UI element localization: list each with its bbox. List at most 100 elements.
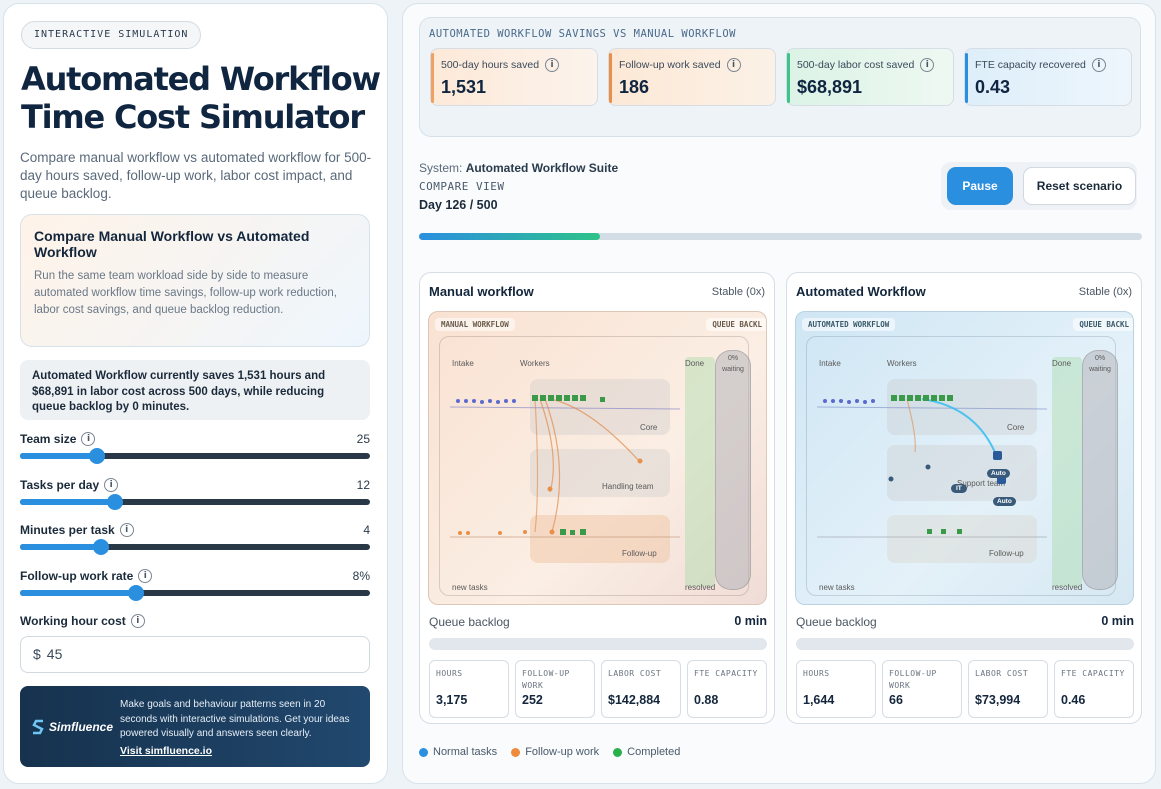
slider-track[interactable] — [20, 448, 370, 464]
info-icon[interactable]: i — [104, 478, 119, 492]
queue-label: Queue backlog — [429, 615, 510, 629]
queued-task-dots — [456, 399, 516, 404]
day-progress-fill — [419, 233, 600, 240]
info-icon[interactable]: i — [119, 523, 134, 537]
stat-value: $73,994 — [975, 693, 1021, 707]
info-icon[interactable]: i — [130, 614, 145, 628]
simfluence-logo: Simfluence — [32, 719, 113, 735]
stat-value: 0.46 — [1061, 693, 1086, 707]
kpi-label: FTE capacity recovered — [975, 59, 1086, 71]
panel-status: Stable (0x) — [1078, 286, 1132, 298]
slider-track[interactable] — [20, 539, 370, 555]
completed-task-dots — [532, 395, 605, 535]
automated-flow-diagram — [816, 395, 1048, 538]
completed-task-dots — [891, 395, 962, 534]
manual-workflow-visualization: MANUAL WORKFLOW QUEUE BACKL Intake Worke… — [428, 311, 767, 605]
stat-value: 252 — [522, 693, 543, 707]
stat-label: FTE CAPACITY — [1061, 669, 1125, 678]
promo-text: Make goals and behaviour patterns seen i… — [120, 699, 350, 739]
kpi-label: 500-day hours saved — [441, 59, 540, 71]
hour-cost-input[interactable]: $45 — [20, 636, 370, 673]
legend-dot-icon — [419, 747, 428, 757]
automated-workflow-visualization: AUTOMATED WORKFLOW QUEUE BACKL Intake Wo… — [795, 311, 1134, 605]
viz-tag: MANUAL WORKFLOW — [435, 318, 515, 331]
slider-label: Follow-up work rate — [20, 569, 134, 583]
manual-workflow-panel: Manual workflow Stable (0x) MANUAL WORKF… — [419, 272, 775, 724]
pause-button[interactable]: Pause — [947, 167, 1013, 205]
compare-view-label: COMPARE VIEW — [419, 180, 505, 193]
slider-value: 12 — [356, 478, 370, 492]
kpi-accent-bar — [431, 53, 434, 103]
slider-label: Team size — [20, 432, 77, 446]
flow-arc — [906, 398, 916, 453]
day-progress-bar — [419, 233, 1142, 240]
intake-flow-line — [449, 406, 681, 410]
slider-thumb[interactable] — [106, 494, 123, 510]
stat-card: FOLLOW-UP WORK 66 — [882, 660, 962, 718]
reset-scenario-button[interactable]: Reset scenario — [1023, 167, 1136, 205]
currency-symbol: $ — [33, 646, 41, 662]
waiting-gauge: 0% waiting — [715, 350, 751, 590]
slider-track[interactable] — [20, 494, 370, 510]
it-chip: IT — [951, 484, 967, 493]
legend: Normal tasks Follow-up work Completed — [419, 746, 680, 758]
kpi-follow-up-saved: Follow-up work saved i 186 — [608, 48, 776, 106]
control-panel: INTERACTIVE SIMULATION Automated Workflo… — [3, 3, 388, 784]
viz-inner-frame: Intake Workers Done Core Handling team F… — [439, 336, 749, 596]
info-icon[interactable]: i — [726, 58, 741, 72]
stat-value: 0.88 — [694, 693, 719, 707]
info-icon[interactable]: i — [81, 432, 96, 446]
manual-flow-diagram — [449, 395, 681, 538]
info-icon[interactable]: i — [920, 58, 935, 72]
intake-flow-line — [816, 406, 1048, 410]
automated-workflow-panel: Automated Workflow Stable (0x) AUTOMATED… — [786, 272, 1142, 724]
stat-value: 1,644 — [803, 693, 835, 707]
slider-thumb[interactable] — [89, 448, 105, 464]
auto-chip: Auto — [993, 497, 1016, 506]
queue-tag: QUEUE BACKL — [1073, 318, 1133, 331]
promo-link[interactable]: Visit simfluence.io — [120, 745, 212, 757]
stat-label: FOLLOW-UP WORK — [889, 669, 937, 690]
compare-card-title: Compare Manual Workflow vs Automated Wor… — [34, 228, 310, 260]
flow-arc — [544, 398, 561, 533]
savings-summary: Automated Workflow currently saves 1,531… — [20, 360, 370, 420]
legend-dot-icon — [613, 747, 623, 757]
kpi-hours-saved: 500-day hours saved i 1,531 — [430, 48, 598, 106]
legend-item: Completed — [613, 746, 680, 758]
automated-stats: HOURS 1,644 FOLLOW-UP WORK 66 LABOR COST $7… — [796, 660, 1134, 718]
stat-card: FTE CAPACITY 0.46 — [1054, 660, 1134, 718]
slider-value: 8% — [352, 569, 370, 583]
stat-label: LABOR COST — [975, 669, 1029, 678]
stat-card: LABOR COST $142,884 — [601, 660, 681, 718]
manual-stats: HOURS 3,175 FOLLOW-UP WORK 252 LABOR COST $… — [429, 660, 767, 718]
hour-cost-value[interactable]: 45 — [47, 646, 63, 662]
day-counter: Day 126 / 500 — [419, 198, 498, 212]
info-icon[interactable]: i — [138, 569, 153, 583]
kpi-value: 186 — [619, 77, 650, 97]
panel-status: Stable (0x) — [711, 286, 765, 298]
person-icons — [888, 464, 931, 482]
slider-thumb[interactable] — [92, 539, 109, 555]
legend-label: Normal tasks — [433, 746, 498, 758]
slider-value: 25 — [356, 432, 370, 446]
queue-label: Queue backlog — [796, 615, 877, 629]
hour-cost-label: Working hour cost — [20, 614, 126, 628]
slider-track[interactable] — [20, 585, 370, 601]
info-icon[interactable]: i — [545, 58, 560, 72]
stat-card: HOURS 1,644 — [796, 660, 876, 718]
slider-thumb[interactable] — [127, 585, 144, 601]
waiting-label: waiting — [1089, 366, 1111, 373]
follow-up-task-dots — [458, 458, 643, 535]
kpi-fte-recovered: FTE capacity recovered i 0.43 — [964, 48, 1132, 106]
stat-label: HOURS — [436, 669, 463, 678]
queue-backlog-bar — [429, 638, 767, 650]
savings-header: AUTOMATED WORKFLOW SAVINGS VS MANUAL WOR… — [429, 28, 736, 40]
stat-card: HOURS 3,175 — [429, 660, 509, 718]
waiting-percent: 0% — [727, 355, 739, 362]
info-icon[interactable]: i — [1091, 58, 1106, 72]
queued-task-dots — [823, 399, 875, 404]
stat-label: LABOR COST — [608, 669, 662, 678]
stat-label: FOLLOW-UP WORK — [522, 669, 570, 690]
queue-tag: QUEUE BACKL — [706, 318, 766, 331]
legend-item: Follow-up work — [511, 746, 599, 758]
